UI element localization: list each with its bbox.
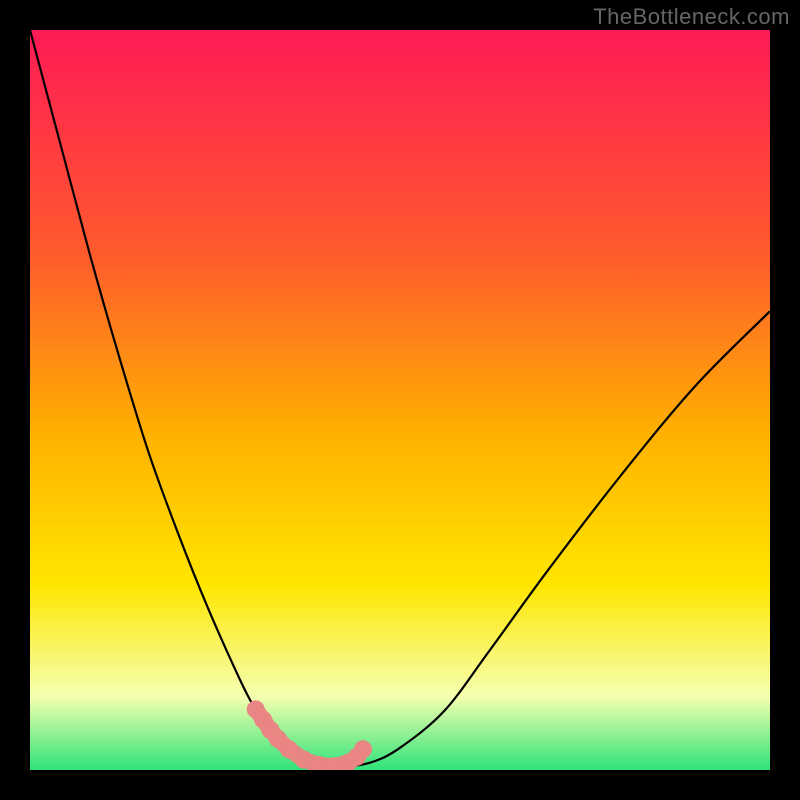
chart-frame: TheBottleneck.com — [0, 0, 800, 800]
attribution-label: TheBottleneck.com — [593, 4, 790, 30]
bottleneck-chart — [30, 30, 770, 770]
marker-dot — [280, 740, 298, 758]
gradient-background — [30, 30, 770, 770]
plot-area — [30, 30, 770, 770]
marker-dot — [354, 740, 372, 758]
